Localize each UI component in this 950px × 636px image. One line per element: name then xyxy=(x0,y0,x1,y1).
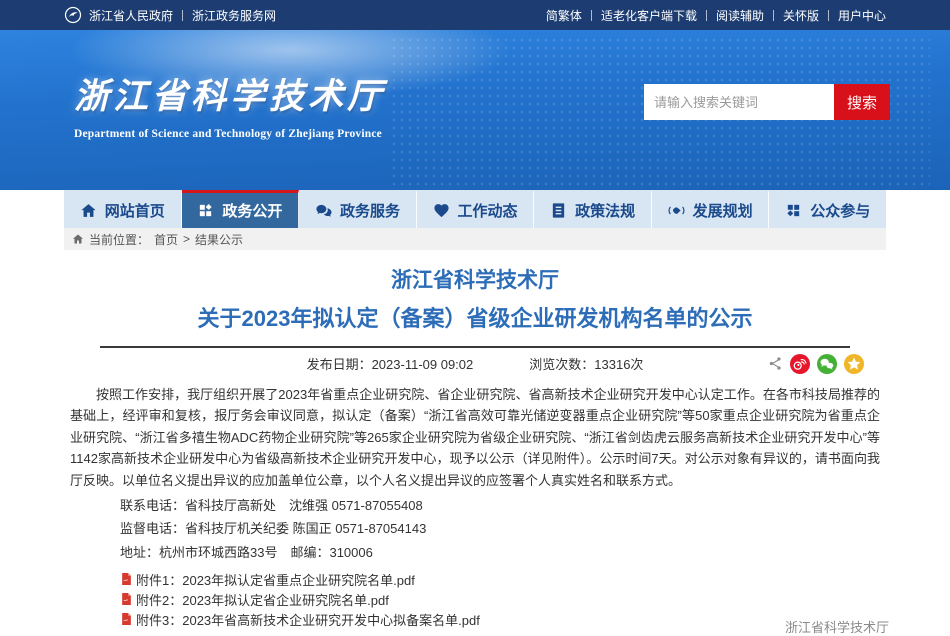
link-care-version[interactable]: 关怀版 xyxy=(783,7,819,24)
attachment-name: 附件2：2023年拟认定省企业研究院名单.pdf xyxy=(136,590,389,609)
handshake-icon xyxy=(668,202,685,219)
site-title-english: Department of Science and Technology of … xyxy=(74,128,386,140)
search-button[interactable]: 搜索 xyxy=(834,84,890,120)
site-title: 浙江省科学技术厅 xyxy=(74,68,386,119)
divider xyxy=(828,10,829,21)
gov-emblem-icon xyxy=(64,6,82,24)
search-input[interactable] xyxy=(644,84,834,120)
share-buttons xyxy=(768,354,864,374)
participation-seal-icon xyxy=(785,202,802,219)
divider xyxy=(591,10,592,21)
site-brand: 浙江省科学技术厅 Department of Science and Techn… xyxy=(74,68,386,140)
nav-item-gov-services[interactable]: 政务服务 xyxy=(299,190,417,228)
home-icon xyxy=(80,202,97,219)
link-zhejiang-service-site[interactable]: 浙江政务服务网 xyxy=(192,7,276,24)
link-user-center[interactable]: 用户中心 xyxy=(838,7,886,24)
article-title: 关于2023年拟认定（备案）省级企业研发机构名单的公示 xyxy=(64,305,886,334)
service-chat-icon xyxy=(315,202,332,219)
nav-item-label: 网站首页 xyxy=(105,200,165,221)
qzone-icon[interactable] xyxy=(844,354,864,374)
main-nav: 网站首页 政务公开 政务服务 工作动态 政策法规 发展规划 公众参与 xyxy=(64,190,886,228)
article: 浙江省科学技术厅 关于2023年拟认定（备案）省级企业研发机构名单的公示 发布日… xyxy=(64,250,886,629)
divider xyxy=(182,10,183,21)
link-zhejiang-gov[interactable]: 浙江省人民政府 xyxy=(89,7,173,24)
topbar-right: 简繁体 适老化客户端下载 阅读辅助 关怀版 用户中心 xyxy=(546,7,886,24)
nav-item-label: 政务服务 xyxy=(340,200,400,221)
contact-info: 联系电话：省科技厅高新处 沈维强 0571-87055408 监督电话：省科技厅… xyxy=(120,494,880,564)
article-paragraph: 按照工作安排，我厅组织开展了2023年省重点企业研究院、省企业研究院、省高新技术… xyxy=(70,384,880,491)
topbar: 浙江省人民政府 浙江政务服务网 简繁体 适老化客户端下载 阅读辅助 关怀版 用户… xyxy=(0,0,950,30)
nav-item-policies[interactable]: 政策法规 xyxy=(534,190,652,228)
link-reading-assist[interactable]: 阅读辅助 xyxy=(716,7,764,24)
topbar-left: 浙江省人民政府 浙江政务服务网 xyxy=(64,6,276,24)
breadcrumb-home-link[interactable]: 首页 xyxy=(154,231,178,248)
policy-document-icon xyxy=(550,202,567,219)
attachment-link-3[interactable]: 附件3：2023年省高新技术企业研究开发中心拟备案名单.pdf xyxy=(120,609,880,629)
view-count: 浏览次数：13316次 xyxy=(529,354,643,373)
divider xyxy=(773,10,774,21)
breadcrumb: 当前位置： 首页 > 结果公示 xyxy=(64,228,886,250)
publish-date: 发布日期：2023-11-09 09:02 xyxy=(307,354,474,373)
nav-item-label: 发展规划 xyxy=(693,200,753,221)
article-title-org: 浙江省科学技术厅 xyxy=(64,268,886,293)
pdf-icon xyxy=(120,612,133,626)
footer-text: 浙江省科学技术厅 xyxy=(785,617,889,636)
share-icon[interactable] xyxy=(768,356,783,371)
attachment-link-2[interactable]: 附件2：2023年拟认定省企业研究院名单.pdf xyxy=(120,589,880,609)
nav-item-gov-disclosure[interactable]: 政务公开 xyxy=(182,190,300,228)
nav-item-home[interactable]: 网站首页 xyxy=(64,190,182,228)
search-bar: 搜索 xyxy=(644,84,890,120)
article-meta: 发布日期：2023-11-09 09:02 浏览次数：13316次 xyxy=(64,348,886,380)
nav-item-label: 政务公开 xyxy=(222,200,282,221)
attachment-list: 附件1：2023年拟认定省重点企业研究院名单.pdf 附件2：2023年拟认定省… xyxy=(120,569,880,629)
banner: 浙江省科学技术厅 Department of Science and Techn… xyxy=(0,30,950,190)
disclosure-seal-icon xyxy=(197,202,214,219)
weibo-icon[interactable] xyxy=(790,354,810,374)
breadcrumb-current: 结果公示 xyxy=(195,231,243,248)
link-elderly-client-download[interactable]: 适老化客户端下载 xyxy=(601,7,697,24)
contact-phone: 联系电话：省科技厅高新处 沈维强 0571-87055408 xyxy=(120,494,880,517)
breadcrumb-separator: > xyxy=(183,232,190,246)
heart-icon xyxy=(433,202,450,219)
view-count-value: 13316次 xyxy=(594,357,643,372)
divider xyxy=(706,10,707,21)
attachment-link-1[interactable]: 附件1：2023年拟认定省重点企业研究院名单.pdf xyxy=(120,569,880,589)
attachment-name: 附件1：2023年拟认定省重点企业研究院名单.pdf xyxy=(136,570,415,589)
publish-date-label: 发布日期： xyxy=(307,357,372,372)
nav-item-public-participation[interactable]: 公众参与 xyxy=(769,190,886,228)
supervision-phone: 监督电话：省科技厅机关纪委 陈国正 0571-87054143 xyxy=(120,517,880,540)
link-simplified-traditional[interactable]: 简繁体 xyxy=(546,7,582,24)
nav-item-label: 政策法规 xyxy=(575,200,635,221)
breadcrumb-label: 当前位置： xyxy=(89,231,149,248)
nav-item-work-news[interactable]: 工作动态 xyxy=(417,190,535,228)
publish-date-value: 2023-11-09 09:02 xyxy=(372,357,474,372)
breadcrumb-home-icon xyxy=(72,233,84,245)
pdf-icon xyxy=(120,592,133,606)
nav-item-development-plans[interactable]: 发展规划 xyxy=(652,190,770,228)
address-line: 地址：杭州市环城西路33号 邮编：310006 xyxy=(120,541,880,564)
view-count-label: 浏览次数： xyxy=(529,357,594,372)
nav-item-label: 工作动态 xyxy=(458,200,518,221)
wechat-icon[interactable] xyxy=(817,354,837,374)
nav-item-label: 公众参与 xyxy=(810,200,870,221)
pdf-icon xyxy=(120,572,133,586)
